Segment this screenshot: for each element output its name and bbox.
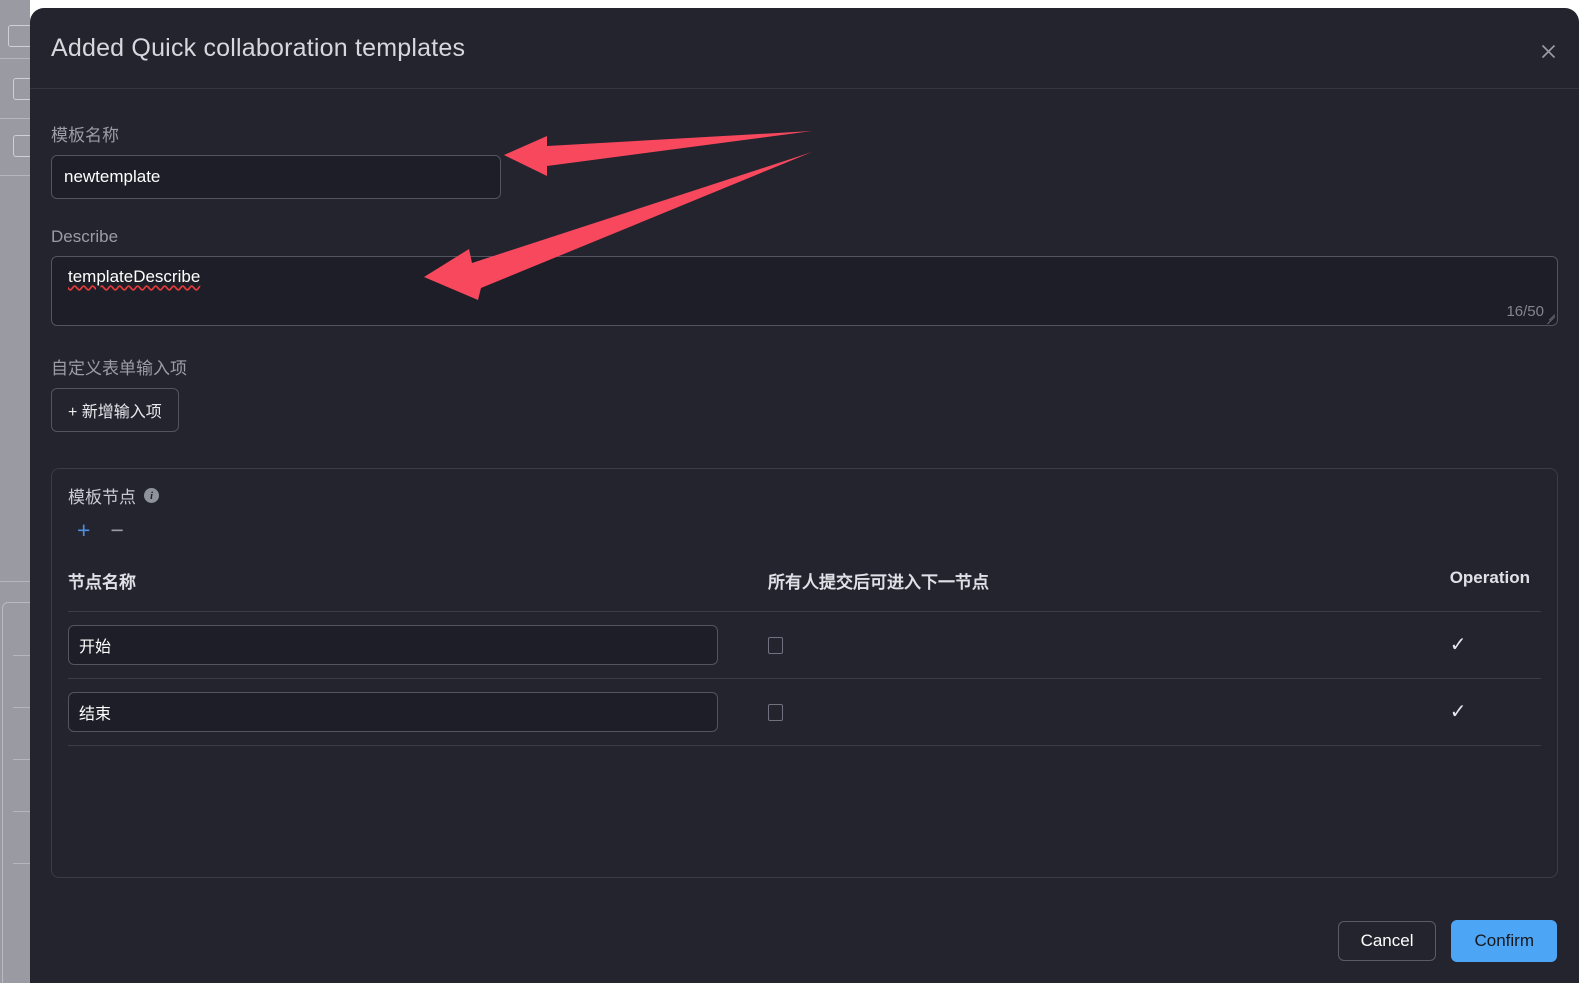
info-icon[interactable]: i: [144, 488, 159, 503]
all-submitted-checkbox[interactable]: [767, 636, 783, 654]
background-tick: [13, 811, 30, 812]
template-nodes-panel: 模板节点 i + − 节点名称 所有人提交后可进入下一节点 Operation: [51, 468, 1558, 878]
table-bottom-divider-cell: [767, 745, 1450, 746]
template-name-label: 模板名称: [51, 126, 119, 145]
close-icon[interactable]: [1535, 38, 1561, 64]
describe-textarea-wrapper[interactable]: templateDescribe 16/50: [51, 256, 1558, 326]
background-tick: [13, 863, 30, 864]
table-row: ✓: [68, 678, 1541, 746]
add-input-item-button[interactable]: + 新增输入项: [51, 388, 179, 432]
background-row-divider: [0, 118, 30, 119]
column-header-operation: Operation: [1449, 568, 1530, 587]
confirm-button[interactable]: Confirm: [1451, 920, 1557, 962]
describe-textarea[interactable]: [51, 256, 1558, 326]
node-operation-cell: ✓: [1449, 611, 1541, 679]
template-nodes-title-label: 模板节点: [68, 488, 136, 507]
node-name-input[interactable]: [68, 625, 718, 665]
background-row-divider: [0, 581, 30, 582]
dialog-body: 模板名称 Describe templateDescribe 16/50 自定义…: [30, 121, 1579, 931]
table-bottom-divider-cell: [1449, 745, 1541, 746]
template-nodes-title: 模板节点 i: [68, 483, 1541, 508]
node-name-input[interactable]: [68, 692, 718, 732]
resize-handle-icon[interactable]: [1545, 313, 1556, 324]
node-toolbar: + −: [68, 519, 1541, 542]
table-bottom-divider: [68, 745, 1541, 746]
remove-node-icon[interactable]: −: [110, 519, 123, 542]
node-name-cell: [68, 678, 768, 746]
node-table: 节点名称 所有人提交后可进入下一节点 Operation 开始 ✓ 结束 ✓: [68, 560, 1541, 746]
background-row-divider: [0, 58, 30, 59]
describe-char-counter: 16/50: [1506, 303, 1544, 320]
all-submitted-checkbox[interactable]: [767, 703, 783, 721]
node-check-cell: [767, 611, 1450, 679]
check-icon[interactable]: ✓: [1450, 635, 1467, 655]
background-tick: [13, 655, 30, 656]
column-header-node-name: 节点名称: [68, 573, 136, 592]
cancel-button[interactable]: Cancel: [1337, 921, 1437, 961]
dialog-header: Added Quick collaboration templates: [30, 8, 1579, 89]
node-name-cell: [68, 611, 768, 679]
background-tick: [13, 759, 30, 760]
background-tick: [13, 707, 30, 708]
custom-form-fields-label: 自定义表单输入项: [51, 359, 187, 378]
table-row: ✓: [68, 611, 1541, 679]
node-check-cell: [767, 678, 1450, 746]
page-title: Added Quick collaboration templates: [51, 34, 466, 62]
template-name-input[interactable]: [51, 155, 501, 199]
background-row-divider: [0, 175, 30, 176]
table-bottom-divider-cell: [68, 745, 768, 746]
column-header-all-submitted: 所有人提交后可进入下一节点: [767, 573, 989, 592]
dialog-footer: Cancel Confirm: [30, 899, 1579, 983]
dialog: Added Quick collaboration templates 模板名称…: [30, 8, 1579, 983]
describe-label: Describe: [51, 227, 119, 246]
table-header-row: 节点名称 所有人提交后可进入下一节点 Operation: [68, 560, 1541, 612]
check-icon[interactable]: ✓: [1450, 702, 1467, 722]
add-node-icon[interactable]: +: [77, 519, 90, 542]
node-operation-cell: ✓: [1449, 678, 1541, 746]
describe-textarea-value: templateDescribe: [68, 267, 201, 286]
